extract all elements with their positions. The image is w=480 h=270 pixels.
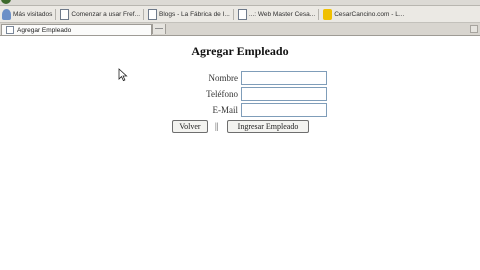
tab-list-button[interactable] [470, 25, 478, 33]
tab-label: Agregar Empleado [17, 26, 72, 34]
bookmark-blogs[interactable]: Blogs - La Fábrica de I... [146, 6, 236, 22]
email-input[interactable] [241, 103, 327, 117]
name-label: Nombre [208, 73, 239, 83]
bookmark-web-master[interactable]: ...: Web Master Cesa... [236, 6, 321, 22]
bookmark-label: ...: Web Master Cesa... [248, 10, 316, 18]
bookmark-separator [232, 8, 234, 20]
bookmark-separator [318, 8, 320, 20]
bookmark-cesarcancino[interactable]: CesarCancino.com - L... [321, 6, 406, 22]
bookmarks-toolbar: Más visitados Comenzar a usar Fref... Bl… [0, 6, 480, 23]
browser-logo-icon [1, 0, 11, 4]
mouse-cursor-icon [118, 68, 128, 82]
page-icon [148, 8, 158, 20]
person-icon [2, 8, 11, 20]
page-content: Agregar Empleado Nombre Teléfono E-Mail … [0, 36, 480, 270]
phone-row: Teléfono [170, 87, 340, 101]
bookmark-label: Blogs - La Fábrica de I... [159, 10, 230, 18]
tab-bar: Agregar Empleado [0, 23, 480, 36]
email-row: E-Mail [170, 103, 340, 117]
name-row: Nombre [170, 71, 340, 85]
tab-agregar-empleado[interactable]: Agregar Empleado [1, 24, 152, 35]
email-label: E-Mail [212, 105, 239, 115]
name-input[interactable] [241, 71, 327, 85]
bookmark-most-visited[interactable]: Más visitados [0, 6, 58, 22]
phone-label: Teléfono [206, 89, 238, 99]
page-icon [6, 26, 14, 34]
button-separator: || [215, 121, 219, 131]
bookmark-getting-started[interactable]: Comenzar a usar Fref... [58, 6, 146, 22]
bookmark-separator [143, 8, 145, 20]
phone-input[interactable] [241, 87, 327, 101]
page-icon [237, 8, 247, 20]
bookmark-label: Comenzar a usar Fref... [71, 10, 141, 18]
new-tab-button[interactable] [152, 24, 166, 34]
star-icon [323, 8, 333, 20]
page-title: Agregar Empleado [191, 44, 289, 58]
bookmark-label: CesarCancino.com - L... [334, 10, 405, 18]
page-icon [60, 8, 70, 20]
back-button[interactable]: Volver [172, 120, 208, 133]
submit-employee-button[interactable]: Ingresar Empleado [227, 120, 309, 133]
bookmark-label: Más visitados [13, 10, 53, 18]
bookmark-separator [55, 8, 57, 20]
